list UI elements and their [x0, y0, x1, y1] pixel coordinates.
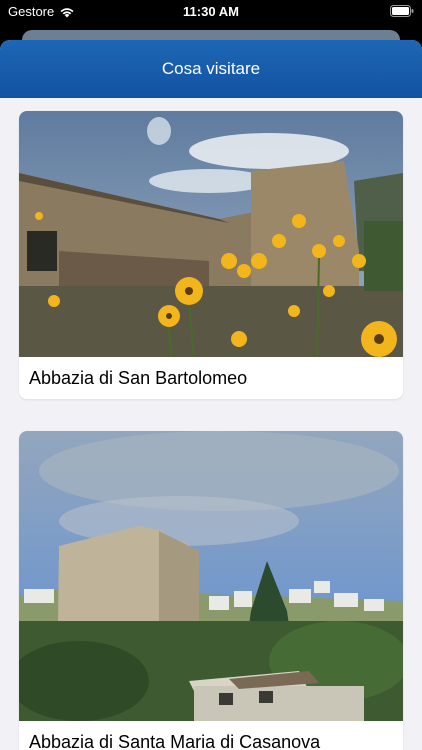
place-name: Abbazia di San Bartolomeo	[29, 368, 248, 388]
battery-icon	[390, 5, 414, 17]
place-card-san-bartolomeo[interactable]: Abbazia di San Bartolomeo	[19, 111, 403, 399]
nav-title: Cosa visitare	[161, 59, 261, 78]
status-time: 11:30 AM	[183, 4, 239, 19]
place-name: Abbazia di Santa Maria di Casanova	[29, 732, 321, 750]
status-bar: Gestore 11:30 AM	[0, 0, 422, 24]
modal-sheet: Cosa visitare Abbazia di San Bartolomeo …	[0, 40, 422, 750]
place-card-santa-maria-di-casanova[interactable]: Abbazia di Santa Maria di Casanova	[19, 431, 403, 750]
photo-abbey-san-bartolomeo	[19, 111, 403, 357]
navigation-bar: Cosa visitare	[0, 40, 422, 98]
photo-abbey-santa-maria-di-casanova	[19, 431, 403, 721]
